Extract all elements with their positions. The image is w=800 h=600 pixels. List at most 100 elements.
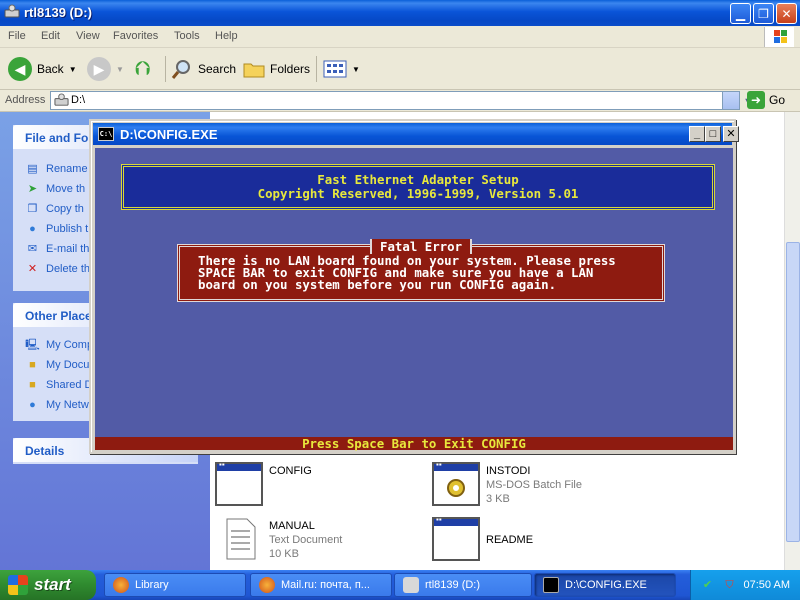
fatal-error-box: Fatal Error There is no LAN board found … (177, 239, 665, 302)
address-bar: Address D:\ ▼ ➜ Go (0, 90, 800, 112)
forward-button[interactable]: ▶ ▼ (87, 56, 124, 82)
task-label: E-mail th (46, 243, 90, 255)
banner-title: Fast Ethernet Adapter Setup (317, 172, 519, 187)
exe-icon (432, 515, 480, 561)
folders-button[interactable]: Folders (243, 56, 310, 82)
computer-icon: 🖳 (25, 338, 40, 351)
console-title: D:\CONFIG.EXE (120, 127, 218, 142)
task-label: D:\CONFIG.EXE (565, 579, 647, 591)
network-tray-icon[interactable]: ✔ (700, 577, 716, 593)
windows-logo (764, 27, 794, 47)
windows-flag-icon (8, 575, 28, 595)
console-minimize-button[interactable]: _ (689, 126, 705, 142)
task-label: Mail.ru: почта, п... (281, 579, 370, 591)
console-close-button[interactable]: ✕ (723, 126, 739, 142)
console-window: C:\ D:\CONFIG.EXE _ □ ✕ Fast Ethernet Ad… (89, 119, 739, 454)
file-name: INSTODI (486, 465, 531, 477)
restore-icon: ❐ (758, 6, 769, 21)
start-label: start (34, 575, 71, 594)
file-type: Text Document (269, 534, 343, 546)
views-button[interactable]: ▼ (323, 56, 360, 82)
go-label: Go (769, 93, 786, 107)
network-icon: ● (29, 398, 36, 411)
drive-icon (403, 577, 419, 593)
maximize-button[interactable]: ❐ (753, 3, 774, 24)
firefox-icon (113, 577, 129, 593)
vertical-scrollbar[interactable] (784, 112, 800, 570)
console-titlebar[interactable]: C:\ D:\CONFIG.EXE _ □ ✕ (93, 123, 739, 145)
delete-icon: ✕ (27, 262, 38, 275)
menu-edit[interactable]: Edit (41, 30, 60, 42)
rename-icon: ▤ (27, 162, 38, 175)
menu-view[interactable]: View (76, 30, 100, 42)
taskbar: start Library Mail.ru: почта, п... rtl81… (0, 570, 800, 600)
search-icon (171, 60, 190, 79)
file-item-config[interactable]: CONFIG (215, 460, 312, 506)
views-icon (323, 60, 347, 78)
file-size: 10 KB (269, 548, 299, 560)
task-label: rtl8139 (D:) (425, 579, 481, 591)
copy-icon: ❐ (27, 202, 38, 215)
menu-file[interactable]: File (8, 30, 26, 42)
folder-icon: ■ (29, 378, 36, 391)
menu-tools[interactable]: Tools (174, 30, 200, 42)
address-dropdown-button[interactable]: ▼ (722, 92, 754, 109)
menu-favorites[interactable]: Favorites (113, 30, 158, 42)
scrollbar-thumb[interactable] (786, 242, 800, 542)
text-document-icon (226, 518, 256, 560)
task-library[interactable]: Library (104, 573, 246, 597)
gear-icon (447, 479, 465, 497)
task-label: Library (135, 579, 169, 591)
task-label: Move th (46, 183, 86, 195)
file-name: MANUAL (269, 520, 315, 532)
chevron-down-icon: ▼ (352, 64, 360, 74)
task-label: Rename (46, 163, 88, 175)
task-config-exe[interactable]: D:\CONFIG.EXE (534, 573, 676, 597)
file-item-instodi[interactable]: INSTODI MS-DOS Batch File 3 KB (432, 460, 582, 506)
address-input[interactable]: D:\ ▼ (50, 91, 754, 110)
file-size: 3 KB (486, 493, 510, 505)
security-shield-icon[interactable]: ⛉ (722, 577, 738, 593)
search-button[interactable]: Search (171, 56, 236, 82)
start-button[interactable]: start (0, 570, 96, 600)
minimize-icon: _ (693, 128, 701, 140)
go-button[interactable]: ➜ Go (747, 91, 785, 109)
console-maximize-button[interactable]: □ (705, 126, 721, 142)
file-item-manual[interactable]: MANUAL Text Document 10 KB (215, 517, 342, 561)
menu-bar: File Edit View Favorites Tools Help (0, 26, 800, 48)
menu-help[interactable]: Help (215, 30, 238, 42)
task-explorer[interactable]: rtl8139 (D:) (394, 573, 532, 597)
place-label: My Docu (46, 359, 90, 371)
setup-banner: Fast Ethernet Adapter Setup Copyright Re… (121, 164, 715, 210)
file-name: README (486, 534, 534, 546)
error-title: Fatal Error (370, 239, 473, 254)
exe-icon (215, 460, 263, 506)
place-label: My Comp (46, 339, 94, 351)
close-button[interactable]: ✕ (776, 3, 797, 24)
close-icon: ✕ (726, 128, 736, 140)
move-icon: ➤ (27, 182, 38, 195)
status-line: Press Space Bar to Exit CONFIG (95, 437, 733, 450)
file-item-readme[interactable]: README (432, 515, 534, 561)
console-icon (543, 577, 559, 593)
maximize-icon: □ (709, 128, 717, 140)
windows-flag-icon (774, 30, 787, 43)
toolbar-separator (165, 56, 166, 82)
up-button[interactable]: ⮉ (135, 56, 150, 82)
back-button[interactable]: ◀ Back ▼ (8, 56, 77, 82)
banner-copyright: Copyright Reserved, 1996-1999, Version 5… (257, 186, 579, 201)
folder-up-icon: ⮉ (135, 57, 151, 80)
minimize-button[interactable]: ▁ (730, 3, 751, 24)
folders-icon (243, 63, 265, 78)
task-mailru[interactable]: Mail.ru: почта, п... (250, 573, 392, 597)
back-label: Back (37, 62, 64, 76)
address-value: D:\ (71, 94, 86, 106)
console-screen[interactable]: Fast Ethernet Adapter Setup Copyright Re… (95, 148, 733, 450)
globe-icon: ● (29, 222, 36, 235)
file-type: MS-DOS Batch File (486, 479, 582, 491)
minimize-icon: ▁ (735, 6, 746, 21)
explorer-titlebar[interactable]: rtl8139 (D:) ▁ ❐ ✕ (0, 0, 800, 26)
go-arrow-icon: ➜ (747, 91, 765, 109)
clock[interactable]: 07:50 AM (744, 579, 790, 591)
folders-label: Folders (270, 62, 311, 76)
